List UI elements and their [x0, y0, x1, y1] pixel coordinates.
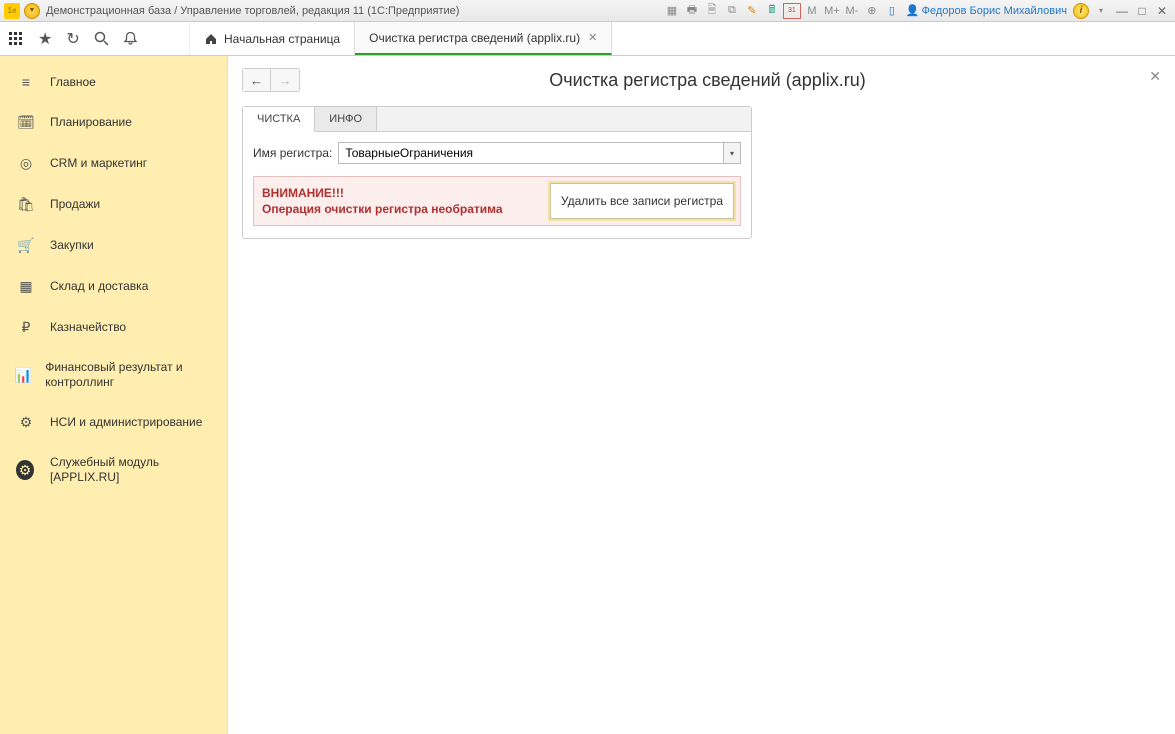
user-name-label: Федоров Борис Михайлович	[922, 5, 1067, 17]
print-icon[interactable]: 🖶	[683, 3, 701, 19]
sidebar-item-service-module[interactable]: ⚙ Служебный модуль [APPLIX.RU]	[0, 443, 227, 497]
info-icon[interactable]: i	[1073, 3, 1089, 19]
save-icon[interactable]: ✎	[743, 3, 761, 19]
nav-back-button[interactable]: ←	[243, 69, 271, 91]
nav-forward-button[interactable]: →	[271, 69, 299, 91]
panel-tab-clean[interactable]: ЧИСТКА	[243, 107, 315, 132]
content-area: ✕ ← → Очистка регистра сведений (applix.…	[228, 56, 1175, 734]
target-icon: ◎	[14, 155, 38, 172]
page-close-icon[interactable]: ✕	[1149, 68, 1161, 85]
gear-icon: ⚙	[14, 414, 38, 431]
notifications-bell-icon[interactable]	[123, 31, 138, 46]
tabbar-tools: ★ ↻	[0, 22, 190, 55]
panel-body: Имя регистра: ▾ ВНИМАНИЕ!!! Операция очи…	[243, 132, 751, 238]
cart-icon: 🛒	[14, 237, 38, 254]
sidebar-item-nsi[interactable]: ⚙ НСИ и администрирование	[0, 402, 227, 443]
favorites-star-icon[interactable]: ★	[38, 29, 52, 49]
memory-mplus-icon[interactable]: M+	[823, 3, 841, 19]
toolbar-grid-icon[interactable]: ▦	[663, 3, 681, 19]
sidebar-item-label: Служебный модуль [APPLIX.RU]	[50, 455, 213, 485]
app-1c-icon: 1e	[4, 3, 20, 19]
sidebar-item-label: Продажи	[50, 197, 100, 212]
user-icon: 👤	[906, 4, 920, 17]
chart-icon: 📊	[14, 367, 33, 384]
sidebar-item-label: Главное	[50, 75, 96, 90]
register-name-input[interactable]	[338, 142, 723, 164]
sidebar-item-planning[interactable]: 🗓 Планирование	[0, 102, 227, 143]
register-name-label: Имя регистра:	[253, 146, 332, 160]
sidebar-item-crm[interactable]: ◎ CRM и маркетинг	[0, 143, 227, 184]
tab-active-label: Очистка регистра сведений (applix.ru)	[369, 31, 580, 45]
register-name-field-row: Имя регистра: ▾	[253, 142, 741, 164]
sidebar-item-warehouse[interactable]: ▦ Склад и доставка	[0, 266, 227, 307]
memory-m-icon[interactable]: M	[803, 3, 821, 19]
warning-line2: Операция очистки регистра необратима	[262, 202, 503, 216]
sidebar-item-label: Планирование	[50, 115, 132, 130]
bag-icon: 🛍	[14, 196, 38, 213]
ruble-icon: ₽	[14, 319, 38, 336]
register-name-input-wrap: ▾	[338, 142, 741, 164]
tab-home-label: Начальная страница	[224, 32, 340, 46]
planning-icon: 🗓	[14, 114, 38, 131]
sidebar-item-label: НСИ и администрирование	[50, 415, 202, 430]
sidebar-item-label: Закупки	[50, 238, 94, 253]
warning-row: ВНИМАНИЕ!!! Операция очистки регистра не…	[253, 176, 741, 226]
sidebar-item-sales[interactable]: 🛍 Продажи	[0, 184, 227, 225]
memory-mminus-icon[interactable]: M-	[843, 3, 861, 19]
boxes-icon: ▦	[14, 278, 38, 295]
warning-text: ВНИМАНИЕ!!! Операция очистки регистра не…	[260, 183, 542, 219]
history-icon[interactable]: ↻	[66, 29, 79, 49]
gear-filled-icon: ⚙	[16, 460, 34, 480]
tab-bar: ★ ↻ Начальная страница Очистка регистра …	[0, 22, 1175, 56]
sidebar-item-label: Склад и доставка	[50, 279, 148, 294]
nav-buttons: ← →	[242, 68, 300, 92]
search-icon[interactable]	[94, 31, 109, 46]
menu-lines-icon: ≡	[14, 74, 38, 90]
main-area: ≡ Главное 🗓 Планирование ◎ CRM и маркети…	[0, 56, 1175, 734]
sidebar-item-main[interactable]: ≡ Главное	[0, 62, 227, 102]
window-titlebar: 1e ▼ Демонстрационная база / Управление …	[0, 0, 1175, 22]
apps-grid-icon[interactable]	[8, 31, 24, 47]
window-close-button[interactable]: ✕	[1153, 3, 1171, 19]
calculator-icon[interactable]: 🖩	[763, 3, 781, 19]
register-dropdown-button[interactable]: ▾	[723, 142, 741, 164]
sidebar-item-purchases[interactable]: 🛒 Закупки	[0, 225, 227, 266]
window-minimize-button[interactable]: —	[1113, 3, 1131, 19]
home-icon	[204, 32, 218, 46]
sidebar-item-label: Финансовый результат и контроллинг	[45, 360, 213, 390]
panel-tabs: ЧИСТКА ИНФО	[243, 107, 751, 132]
app-menu-dropdown[interactable]: ▼	[24, 3, 40, 19]
info-dropdown-icon[interactable]: ▾	[1092, 3, 1110, 19]
compare-icon[interactable]: ⧉	[723, 3, 741, 19]
sidebar-item-finance[interactable]: 📊 Финансовый результат и контроллинг	[0, 348, 227, 402]
sidebar-item-label: Казначейство	[50, 320, 126, 335]
zoom-icon[interactable]: ⊕	[863, 3, 881, 19]
tab-home[interactable]: Начальная страница	[190, 22, 355, 55]
sidebar-item-label: CRM и маркетинг	[50, 156, 147, 171]
document-icon[interactable]: 🗎	[703, 3, 721, 19]
tab-register-cleanup[interactable]: Очистка регистра сведений (applix.ru) ✕	[355, 22, 612, 55]
panel-tab-info[interactable]: ИНФО	[315, 107, 377, 131]
warning-line1: ВНИМАНИЕ!!!	[262, 186, 344, 200]
sidebar: ≡ Главное 🗓 Планирование ◎ CRM и маркети…	[0, 56, 228, 734]
current-user[interactable]: 👤 Федоров Борис Михайлович	[906, 4, 1067, 17]
calendar-icon[interactable]: 31	[783, 3, 801, 19]
delete-all-records-button[interactable]: Удалить все записи регистра	[550, 183, 734, 219]
page-title: Очистка регистра сведений (applix.ru)	[314, 70, 1161, 91]
cleanup-panel: ЧИСТКА ИНФО Имя регистра: ▾ ВНИМАНИЕ!!! …	[242, 106, 752, 239]
window-title: Демонстрационная база / Управление торго…	[46, 5, 459, 17]
sidebar-item-treasury[interactable]: ₽ Казначейство	[0, 307, 227, 348]
window-maximize-button[interactable]: □	[1133, 3, 1151, 19]
content-header: ← → Очистка регистра сведений (applix.ru…	[242, 68, 1161, 92]
panel-icon[interactable]: ▯	[883, 3, 901, 19]
tab-close-icon[interactable]: ✕	[588, 31, 597, 44]
